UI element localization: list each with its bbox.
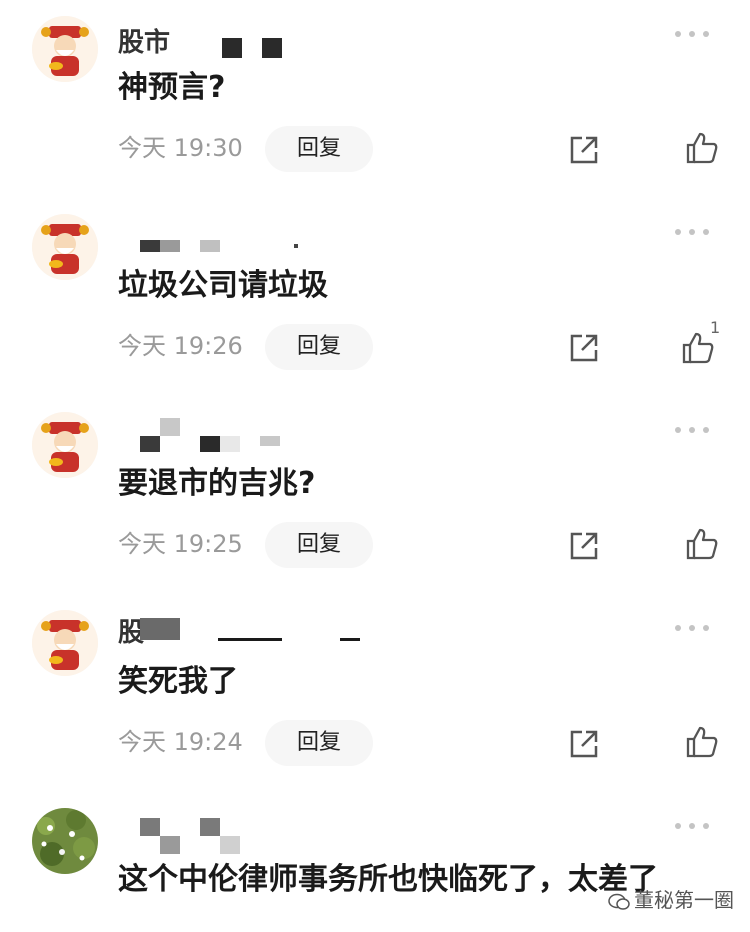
avatar[interactable] (32, 16, 98, 82)
username-mask (222, 38, 242, 58)
wechat-icon (608, 893, 630, 910)
avatar[interactable] (32, 412, 98, 478)
comment-item: 要退市的吉兆? 今天 19:25 回复 (0, 396, 750, 594)
thumbs-up-icon[interactable] (684, 526, 720, 562)
more-dots-icon[interactable] (672, 820, 712, 832)
username-mask (294, 244, 298, 248)
share-icon[interactable] (566, 528, 602, 564)
username-mask (262, 38, 282, 58)
comment-item: 股市 神预言? 今天 19:30 回复 (0, 0, 750, 198)
comment-text: 垃圾公司请垃圾 (118, 268, 328, 303)
comment-text: 这个中伦律师事务所也快临死了，太差了 (118, 862, 658, 897)
thumbs-up-icon[interactable] (684, 130, 720, 166)
share-icon[interactable] (566, 726, 602, 762)
username-mask (218, 638, 282, 641)
reply-button[interactable]: 回复 (265, 720, 373, 766)
username-mask (220, 836, 240, 854)
caishen-avatar-icon (32, 214, 98, 280)
comment-text: 神预言? (118, 70, 226, 105)
caishen-avatar-icon (32, 16, 98, 82)
username-mask (140, 436, 160, 452)
comment-time: 今天 19:25 (118, 530, 243, 558)
username-text: 股市 (118, 28, 171, 58)
username[interactable]: 股 (118, 618, 360, 648)
share-icon[interactable] (566, 330, 602, 366)
avatar[interactable] (32, 214, 98, 280)
username-mask (160, 836, 180, 854)
avatar[interactable] (32, 808, 98, 874)
like-count: 1 (710, 318, 721, 337)
comment-time: 今天 19:26 (118, 332, 243, 360)
comment-item: 垃圾公司请垃圾 今天 19:26 回复 1 (0, 198, 750, 396)
comment-time: 今天 19:30 (118, 134, 243, 162)
comment-text: 笑死我了 (118, 664, 238, 699)
more-dots-icon[interactable] (672, 226, 712, 238)
username-mask (140, 240, 160, 252)
username-mask (140, 618, 180, 640)
more-dots-icon[interactable] (672, 424, 712, 436)
username[interactable]: 股市 (118, 28, 282, 58)
comment-item: 股 笑死我了 今天 19:24 回复 (0, 594, 750, 792)
reply-button[interactable]: 回复 (265, 522, 373, 568)
caishen-avatar-icon (32, 412, 98, 478)
username-mask (200, 240, 220, 252)
username-mask (160, 418, 180, 436)
username-mask (260, 436, 280, 446)
share-icon[interactable] (566, 132, 602, 168)
username-mask (220, 436, 240, 452)
username-mask (200, 818, 220, 836)
more-dots-icon[interactable] (672, 622, 712, 634)
caishen-avatar-icon (32, 610, 98, 676)
username-mask (340, 638, 360, 641)
comment-time: 今天 19:24 (118, 728, 243, 756)
avatar[interactable] (32, 610, 98, 676)
more-dots-icon[interactable] (672, 28, 712, 40)
username-mask (200, 436, 220, 452)
watermark-text: 董秘第一圈 (634, 888, 734, 912)
flower-avatar-icon (32, 808, 98, 874)
username-mask (160, 240, 180, 252)
thumbs-up-icon[interactable] (684, 724, 720, 760)
reply-button[interactable]: 回复 (265, 126, 373, 172)
comment-text: 要退市的吉兆? (118, 466, 316, 501)
reply-button[interactable]: 回复 (265, 324, 373, 370)
watermark: 董秘第一圈 (608, 888, 734, 912)
username-mask (140, 818, 160, 836)
